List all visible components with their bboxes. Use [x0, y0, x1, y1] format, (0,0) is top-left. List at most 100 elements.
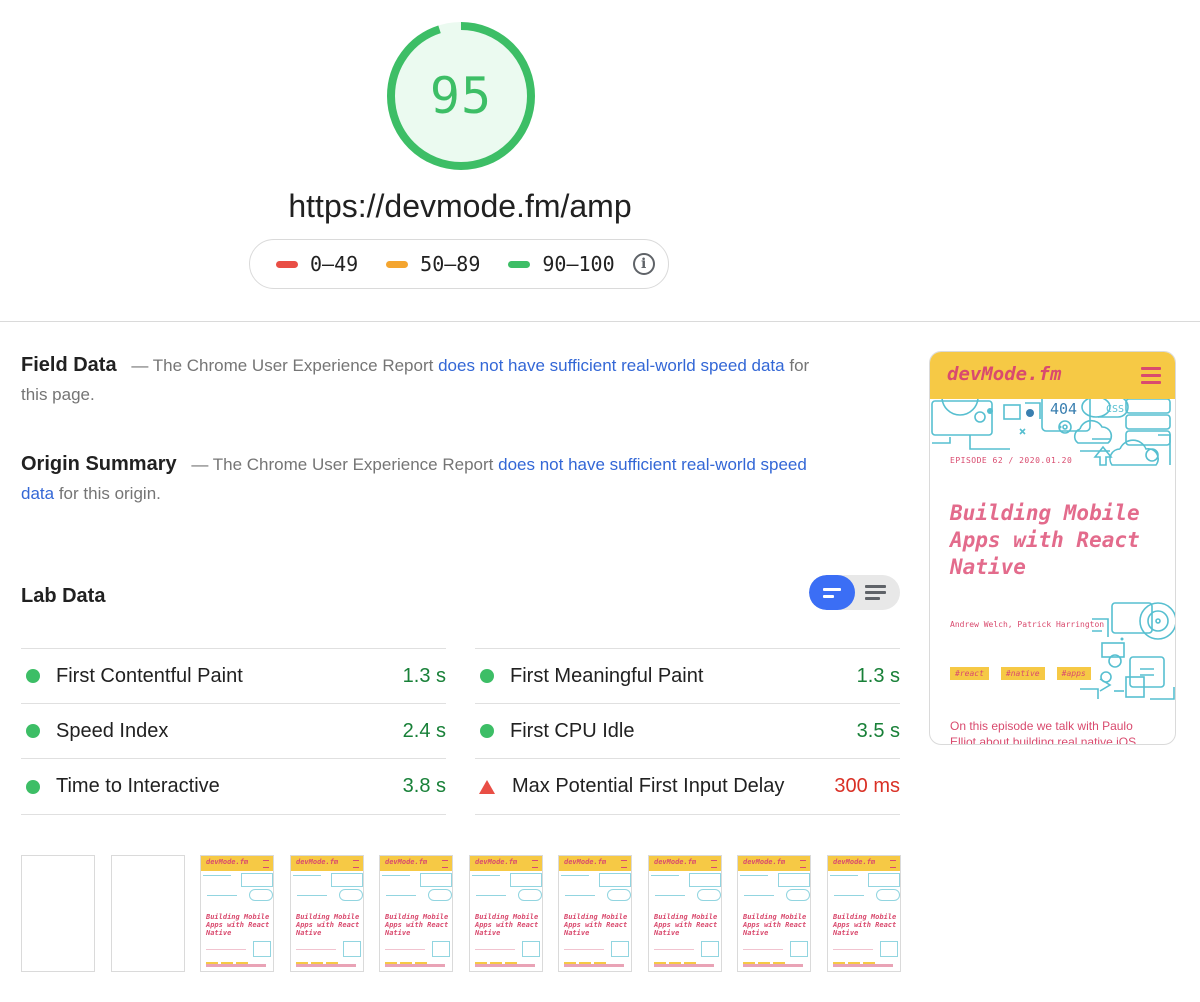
frame-menu-icon: [263, 860, 269, 868]
metric-name: Time to Interactive: [56, 775, 220, 797]
score-legend: 0–49 50–89 90–100 i: [249, 239, 669, 289]
field-data-title: Field Data: [21, 354, 117, 376]
performance-score: 95: [429, 67, 493, 125]
frame-logo: devMode.fm: [475, 858, 518, 866]
filmstrip-frame: devMode.fm Building Mobile Apps with Reac…: [290, 855, 364, 972]
metric-name: First Meaningful Paint: [510, 664, 704, 687]
compact-view-button[interactable]: [809, 575, 855, 610]
metric-max-potential-fid: Max Potential First Input Delay 300 ms: [475, 758, 900, 815]
origin-summary-dash: —: [191, 455, 209, 474]
metric-time-to-interactive: Time to Interactive 3.8 s: [21, 758, 446, 815]
frame-menu-icon: [621, 860, 627, 868]
frame-logo: devMode.fm: [296, 858, 339, 866]
field-data-dash: —: [131, 356, 149, 375]
legend-fail-label: 0–49: [310, 252, 359, 276]
metric-value: 1.3 s: [856, 664, 900, 687]
filmstrip-frame: devMode.fm Building Mobile Apps with Reac…: [200, 855, 274, 972]
legend-average-label: 50–89: [420, 252, 481, 276]
metric-value: 300 ms: [834, 775, 900, 797]
art-css-label: CSS: [1106, 404, 1124, 415]
metric-name: Speed Index: [56, 719, 169, 742]
episode-authors: Andrew Welch, Patrick Harrington: [950, 620, 1105, 629]
tag-native: #native: [1000, 667, 1045, 680]
frame-logo: devMode.fm: [654, 858, 697, 866]
origin-summary-suffix: for this origin.: [58, 484, 161, 503]
metric-first-contentful-paint: First Contentful Paint 1.3 s: [21, 648, 446, 703]
pass-indicator: [480, 669, 494, 683]
frame-menu-icon: [442, 860, 448, 868]
tag-apps: #apps: [1056, 667, 1091, 680]
site-logo: devMode.fm: [947, 363, 1062, 385]
filmstrip-frame: devMode.fm Building Mobile Apps with Reac…: [827, 855, 901, 972]
frame-logo: devMode.fm: [564, 858, 607, 866]
frame-menu-icon: [800, 860, 806, 868]
filmstrip-frame: devMode.fm Building Mobile Apps with Reac…: [648, 855, 722, 972]
filmstrip-frame-blank: [111, 855, 185, 972]
performance-score-gauge: 95: [386, 21, 536, 171]
pass-indicator: [26, 779, 40, 794]
metric-name: First CPU Idle: [510, 719, 635, 742]
header-divider: [0, 321, 1200, 322]
field-data-prefix: The Chrome User Experience Report: [152, 356, 434, 375]
frame-title: Building Mobile Apps with React Native: [654, 913, 718, 937]
metric-name: First Contentful Paint: [56, 664, 243, 687]
pass-indicator: [26, 669, 40, 683]
episode-tags: #react #native #apps: [950, 667, 1103, 680]
hamburger-menu-icon: [1141, 367, 1161, 385]
lab-data-title: Lab Data: [21, 585, 106, 607]
frame-title: Building Mobile Apps with React Native: [475, 913, 539, 937]
filmstrip-frame: devMode.fm Building Mobile Apps with Reac…: [469, 855, 543, 972]
metric-value: 3.5 s: [856, 719, 900, 742]
metric-value: 1.3 s: [402, 664, 446, 687]
frame-menu-icon: [353, 860, 359, 868]
metric-first-cpu-idle: First CPU Idle 3.5 s: [475, 703, 900, 758]
legend-average-swatch: [386, 260, 409, 268]
frame-menu-icon: [532, 860, 538, 868]
tag-react: #react: [950, 667, 989, 680]
origin-summary-prefix: The Chrome User Experience Report: [212, 455, 494, 474]
metrics-view-toggle[interactable]: [809, 575, 900, 610]
episode-title: Building Mobile Apps with React Native: [950, 501, 1140, 579]
frame-title: Building Mobile Apps with React Native: [296, 913, 360, 937]
filmstrip-frame: devMode.fm Building Mobile Apps with Reac…: [379, 855, 453, 972]
frame-title: Building Mobile Apps with React Native: [385, 913, 449, 937]
frame-logo: devMode.fm: [206, 858, 249, 866]
frame-menu-icon: [711, 860, 717, 868]
field-data-link[interactable]: does not have sufficient real-world spee…: [438, 356, 785, 375]
art-404-label: 404: [1050, 400, 1077, 418]
metric-value: 2.4 s: [402, 719, 446, 742]
metric-value: 3.8 s: [402, 775, 446, 797]
origin-summary-section: Origin Summary — The Chrome User Experie…: [21, 450, 821, 508]
frame-title: Building Mobile Apps with React Native: [833, 913, 897, 937]
filmstrip-frame: devMode.fm Building Mobile Apps with Reac…: [737, 855, 811, 972]
field-data-section: Field Data — The Chrome User Experience …: [21, 351, 821, 409]
legend-item-fail: 0–49: [276, 252, 358, 276]
filmstrip-frame: devMode.fm Building Mobile Apps with Reac…: [558, 855, 632, 972]
site-header: devMode.fm: [930, 352, 1175, 399]
tested-url: https://devmode.fm/amp: [288, 188, 632, 224]
legend-fail-swatch: [276, 260, 298, 268]
legend-pass-label: 90–100: [542, 252, 615, 276]
pass-indicator: [26, 724, 40, 738]
origin-summary-title: Origin Summary: [21, 453, 177, 475]
fail-indicator: [479, 779, 495, 794]
metric-name: Max Potential First Input Delay: [512, 775, 785, 797]
final-screenshot-preview: devMode.fm 404 CSS EPISODE 62 / 2020.01.…: [929, 351, 1176, 745]
frame-logo: devMode.fm: [385, 858, 428, 866]
frame-logo: devMode.fm: [833, 858, 876, 866]
info-icon[interactable]: i: [632, 253, 655, 275]
legend-pass-swatch: [508, 260, 531, 268]
episode-description: On this episode we talk with Paulo Ellio…: [950, 719, 1137, 745]
metric-first-meaningful-paint: First Meaningful Paint 1.3 s: [475, 648, 900, 703]
episode-meta: EPISODE 62 / 2020.01.20: [950, 456, 1073, 465]
frame-menu-icon: [890, 860, 896, 868]
legend-item-pass: 90–100: [508, 252, 615, 276]
frame-title: Building Mobile Apps with React Native: [743, 913, 807, 937]
frame-title: Building Mobile Apps with React Native: [564, 913, 628, 937]
legend-item-average: 50–89: [386, 252, 480, 276]
metric-speed-index: Speed Index 2.4 s: [21, 703, 446, 758]
filmstrip-frame-blank: [21, 855, 95, 972]
pass-indicator: [480, 724, 494, 738]
frame-title: Building Mobile Apps with React Native: [206, 913, 270, 937]
frame-logo: devMode.fm: [743, 858, 786, 866]
